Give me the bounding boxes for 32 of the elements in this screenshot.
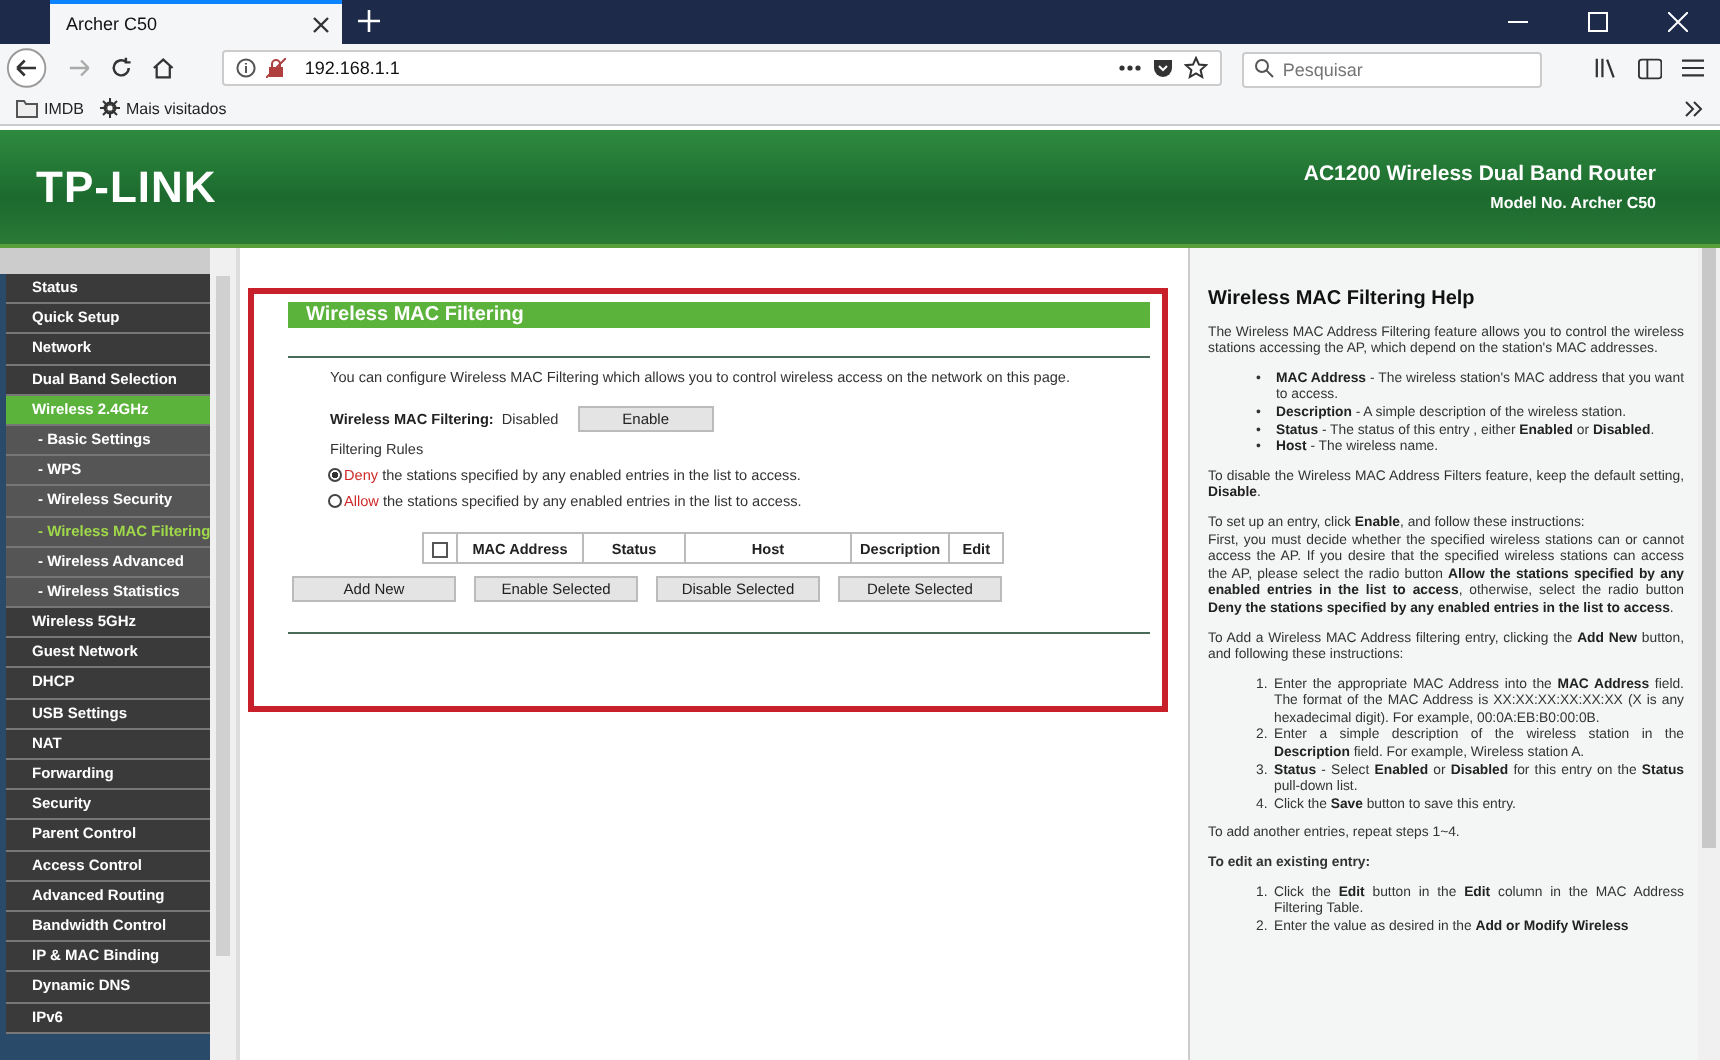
folder-icon (16, 99, 38, 117)
maximize-icon[interactable] (1588, 12, 1608, 32)
gear-icon (100, 98, 120, 118)
close-icon[interactable] (312, 15, 330, 33)
section-title: Wireless MAC Filtering (288, 302, 1150, 328)
address-bar[interactable]: 192.168.1.1 (222, 50, 1223, 86)
chevron-icon[interactable] (1684, 99, 1704, 117)
pocket-icon[interactable] (1152, 57, 1175, 79)
new-tab-icon[interactable] (358, 10, 380, 32)
info-icon (236, 58, 257, 78)
radio-button[interactable] (328, 494, 342, 508)
more-icon[interactable] (1118, 64, 1143, 72)
home-icon[interactable] (152, 56, 175, 80)
product-name: AC1200 Wireless Dual Band Router (1303, 162, 1656, 186)
brand-logo: TP-LINK (36, 161, 217, 213)
checkbox[interactable] (432, 541, 448, 558)
back-icon[interactable] (6, 46, 48, 90)
scrollbar[interactable] (1698, 248, 1720, 1060)
library-icon[interactable] (1594, 56, 1618, 80)
search-icon (1254, 58, 1275, 78)
radio-button[interactable] (328, 468, 342, 482)
bookmark-item[interactable]: IMDB (16, 99, 84, 117)
star-icon[interactable] (1184, 56, 1209, 80)
sidebar-icon[interactable] (1637, 57, 1662, 79)
menu-icon[interactable] (1681, 58, 1704, 78)
bookmark-item[interactable]: Mais visitados (100, 98, 227, 118)
help-title: Wireless MAC Filtering Help (1208, 292, 1477, 310)
browser-tab[interactable]: Archer C50 (50, 0, 342, 44)
model-number: Model No. Archer C50 (1490, 194, 1656, 212)
search-field[interactable]: Pesquisar (1242, 52, 1543, 88)
insecure-lock-icon (266, 58, 287, 78)
reload-icon[interactable] (109, 56, 133, 80)
